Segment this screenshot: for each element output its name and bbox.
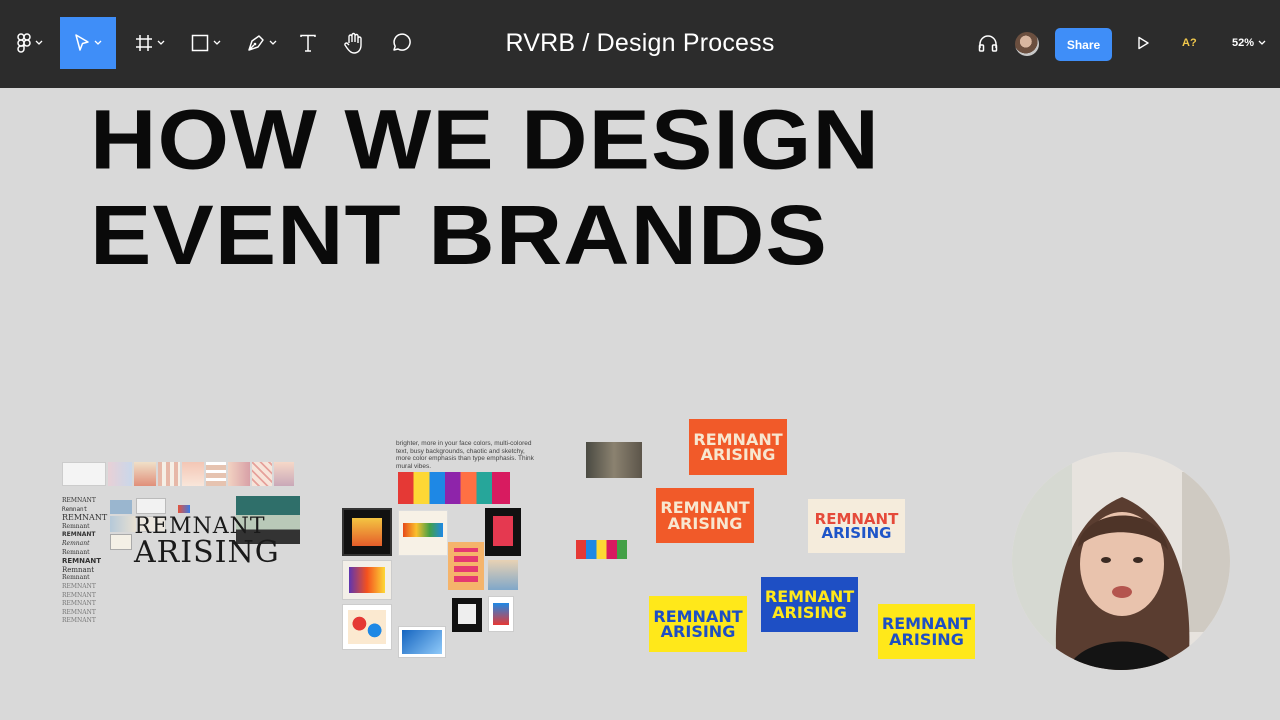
research-thumbnail[interactable] xyxy=(108,462,132,486)
moodboard-image[interactable] xyxy=(488,596,514,632)
type-sample: Remnant xyxy=(62,522,90,530)
play-icon xyxy=(1138,36,1149,50)
hand-tool-button[interactable] xyxy=(338,17,370,69)
share-button[interactable]: Share xyxy=(1055,28,1112,61)
brand-exploration-card[interactable]: REMNANT ARISING xyxy=(878,604,975,659)
card-word-2: ARISING xyxy=(667,513,743,533)
card-word-2: ARISING xyxy=(821,524,892,542)
hand-tool-icon xyxy=(344,32,362,54)
brand-exploration-card[interactable]: REMNANT ARISING xyxy=(761,577,858,632)
zoom-menu[interactable]: 52% xyxy=(1232,37,1266,49)
canvas-headline[interactable]: HOW WE DESIGN EVENT BRANDS xyxy=(90,92,880,283)
pen-tool-button[interactable] xyxy=(240,17,284,69)
type-sample: REMNANT xyxy=(62,513,108,523)
shape-tool-icon xyxy=(191,34,209,52)
moodboard-image[interactable] xyxy=(398,626,446,658)
type-sample: REMNANT xyxy=(62,608,96,616)
comment-tool-button[interactable] xyxy=(385,17,417,69)
frame-tool-icon xyxy=(136,35,152,51)
logo-line-2: ARISING xyxy=(134,535,280,570)
card-word-2: ARISING xyxy=(772,602,847,622)
love-poster-thumbnail[interactable] xyxy=(448,542,484,590)
research-thumbnail[interactable] xyxy=(136,498,166,514)
type-sample: REMNANT xyxy=(62,497,96,504)
chevron-down-icon xyxy=(94,40,102,45)
card-word-2: ARISING xyxy=(660,622,736,641)
type-sample: REMNANT xyxy=(62,617,96,625)
type-sample: Remnant xyxy=(62,574,90,582)
avatar[interactable] xyxy=(1015,32,1039,56)
main-menu-button[interactable] xyxy=(10,17,50,69)
chevron-down-icon xyxy=(213,40,221,45)
chevron-down-icon xyxy=(269,40,277,45)
moodboard-image[interactable] xyxy=(398,472,510,504)
chevron-down-icon xyxy=(35,40,43,45)
figma-menu-icon xyxy=(17,33,31,53)
toolbar: RVRB / Design Process Share A? 52% xyxy=(0,0,1280,88)
document-title[interactable]: RVRB / Design Process xyxy=(440,29,840,58)
text-tool-button[interactable] xyxy=(292,17,324,69)
oasis-poster-thumbnail[interactable] xyxy=(342,508,392,556)
moodboard-image[interactable] xyxy=(398,510,448,556)
card-word-2: ARISING xyxy=(889,629,964,649)
type-sample: Remnant xyxy=(62,539,90,547)
type-sample: REMNANT xyxy=(62,600,96,608)
research-thumbnail[interactable] xyxy=(134,462,156,486)
audio-button[interactable] xyxy=(975,17,1001,69)
people-photo-thumbnail[interactable] xyxy=(586,442,642,478)
research-thumbnail[interactable] xyxy=(228,462,250,486)
moodboard-note[interactable]: brighter, more in your face colors, mult… xyxy=(396,440,538,470)
type-sample: Remnant xyxy=(62,548,90,556)
zoom-level: 52% xyxy=(1232,37,1255,49)
research-thumbnail[interactable] xyxy=(110,500,132,514)
pen-tool-icon xyxy=(248,35,264,51)
brand-exploration-card[interactable]: REMNANT ARISING xyxy=(649,596,747,652)
card-word-2: ARISING xyxy=(700,445,776,464)
moodboard-image[interactable] xyxy=(342,560,392,600)
type-sample: Remnant xyxy=(62,565,95,574)
chevron-down-icon xyxy=(157,40,165,45)
audio-icon xyxy=(978,35,998,52)
move-tool-icon xyxy=(75,34,89,51)
research-thumbnail[interactable] xyxy=(274,462,294,486)
type-sample: REMNANT xyxy=(62,557,102,566)
moodboard-image[interactable] xyxy=(488,560,518,590)
comment-tool-icon xyxy=(393,33,411,51)
research-thumbnail[interactable] xyxy=(110,534,132,550)
frame-tool-button[interactable] xyxy=(128,17,172,69)
remnant-arising-logo[interactable]: REMNANT ARISING xyxy=(134,516,280,570)
research-thumbnail[interactable] xyxy=(110,516,136,532)
research-thumbnail[interactable] xyxy=(62,462,106,486)
moodboard-image[interactable] xyxy=(452,598,482,632)
headline-line-2: EVENT BRANDS xyxy=(90,188,828,283)
present-button[interactable] xyxy=(1132,17,1154,69)
font-fallback-indicator[interactable]: A? xyxy=(1182,37,1197,49)
color-palette-swatches[interactable] xyxy=(576,540,627,559)
research-thumbnail[interactable] xyxy=(252,462,272,486)
brand-exploration-card[interactable]: REMNANT ARISING xyxy=(656,488,754,543)
headline-line-1: HOW WE DESIGN xyxy=(90,92,880,187)
type-sample: REMNANT xyxy=(62,531,96,539)
text-tool-icon xyxy=(300,34,316,52)
presenter-video xyxy=(1012,452,1230,670)
move-tool-button[interactable] xyxy=(60,17,116,69)
shape-tool-button[interactable] xyxy=(184,17,228,69)
research-thumbnail[interactable] xyxy=(182,462,204,486)
type-sample: REMNANT xyxy=(62,591,96,599)
brand-exploration-card[interactable]: REMNANT ARISING xyxy=(808,499,905,553)
brand-exploration-card[interactable]: REMNANT ARISING xyxy=(689,419,787,475)
moodboard-image[interactable] xyxy=(485,508,521,556)
research-thumbnail[interactable] xyxy=(158,462,180,486)
presenter-webcam xyxy=(1012,452,1230,670)
type-sample: REMNANT xyxy=(62,582,96,590)
swatch-thumbnail[interactable] xyxy=(178,505,190,513)
type-specimen-list[interactable]: REMNANT Remnant REMNANT Remnant REMNANT … xyxy=(62,497,107,626)
moodboard-image[interactable] xyxy=(342,604,392,650)
chevron-down-icon xyxy=(1258,40,1266,45)
research-thumbnail[interactable] xyxy=(206,462,226,486)
